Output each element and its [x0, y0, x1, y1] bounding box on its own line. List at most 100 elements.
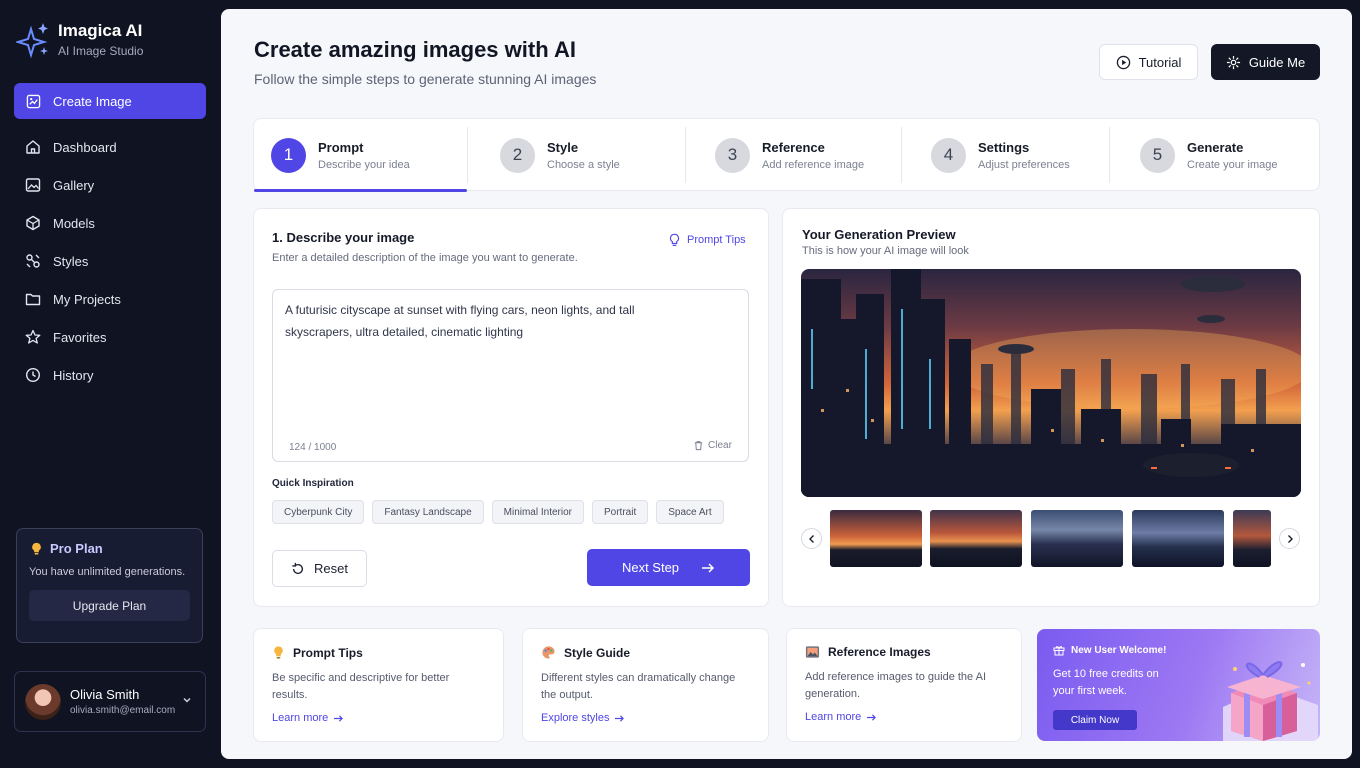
pro-plan-title: Pro Plan [50, 541, 103, 556]
inspiration-chip[interactable]: Portrait [592, 500, 649, 524]
claim-now-button[interactable]: Claim Now [1053, 710, 1137, 730]
user-email: olivia.smith@email.com [70, 705, 176, 716]
character-count: 124 / 1000 [289, 442, 337, 453]
step-description: Describe your idea [318, 158, 410, 171]
prompt-textarea[interactable]: A futurisic cityscape at sunset with fly… [272, 289, 749, 462]
welcome-promo-banner: New User Welcome! Get 10 free credits on… [1037, 629, 1320, 741]
sidebar-item-label: Styles [53, 253, 89, 269]
star-icon [25, 329, 41, 344]
info-card-prompt-tips: Prompt Tips Be specific and descriptive … [253, 628, 504, 742]
info-card-style-guide: Style Guide Different styles can dramati… [522, 628, 769, 742]
step-description: Choose a style [547, 158, 620, 171]
step-generate[interactable]: 5 Generate Create your image [1140, 119, 1278, 191]
thumbnail-4[interactable] [1132, 510, 1224, 567]
step-style[interactable]: 2 Style Choose a style [500, 119, 620, 191]
prompt-card: 1. Describe your image Enter a detailed … [253, 208, 769, 607]
thumbnail-3[interactable] [1031, 510, 1123, 567]
upgrade-plan-button[interactable]: Upgrade Plan [29, 590, 190, 621]
sidebar-item-my-projects[interactable]: My Projects [14, 280, 206, 318]
sidebar-nav: Dashboard Gallery Models Styles My Proje… [14, 128, 206, 394]
tutorial-button[interactable]: Tutorial [1099, 44, 1198, 80]
next-step-button[interactable]: Next Step [587, 549, 750, 586]
thumbnail-2[interactable] [930, 510, 1022, 567]
info-card-title-row: Prompt Tips [272, 645, 485, 660]
inspiration-chip[interactable]: Space Art [656, 500, 724, 524]
info-card-title: Reference Images [828, 645, 931, 659]
lightbulb-icon [32, 542, 41, 555]
guide-me-label: Guide Me [1248, 54, 1306, 70]
prompt-card-title: 1. Describe your image [272, 230, 415, 245]
sidebar-item-label: Gallery [53, 177, 95, 193]
step-description: Create your image [1187, 158, 1278, 171]
brand-name: Imagica AI [58, 21, 143, 40]
thumbnail-5[interactable] [1233, 510, 1271, 567]
reset-icon [292, 562, 304, 574]
sidebar: Imagica AI AI Image Studio Create Image … [0, 0, 220, 768]
step-title: Reference [762, 139, 825, 155]
step-divider [685, 127, 686, 183]
avatar [25, 683, 61, 720]
sidebar-item-dashboard[interactable]: Dashboard [14, 128, 206, 166]
stepper: 1 Prompt Describe your idea 2 Style Choose… [253, 118, 1320, 192]
create-image-button[interactable]: Create Image [14, 83, 206, 119]
preview-image[interactable] [801, 269, 1301, 497]
preview-subtitle: This is how your AI image will look [802, 245, 969, 257]
inspiration-chips: Cyberpunk City Fantasy Landscape Minimal… [272, 500, 732, 524]
step-prompt[interactable]: 1 Prompt Describe your idea [271, 119, 410, 191]
thumbnails-prev-button[interactable] [801, 528, 822, 549]
gift-box-illustration [1223, 661, 1318, 741]
sidebar-item-models[interactable]: Models [14, 204, 206, 242]
pro-plan-card: Pro Plan You have unlimited generations.… [16, 528, 203, 643]
thumbnail-1[interactable] [830, 510, 922, 567]
inspiration-chip[interactable]: Minimal Interior [491, 500, 584, 524]
step-divider [901, 127, 902, 183]
guide-me-button[interactable]: Guide Me [1211, 44, 1320, 80]
prompt-card-subtitle: Enter a detailed description of the imag… [272, 252, 578, 264]
info-card-title-row: Reference Images [805, 645, 1003, 659]
chevron-left-icon [808, 534, 814, 543]
play-icon [1116, 55, 1130, 69]
prompt-text[interactable]: A futurisic cityscape at sunset with fly… [285, 299, 645, 343]
thumbnails-next-button[interactable] [1279, 528, 1300, 549]
learn-more-link[interactable]: Learn more [805, 711, 1003, 723]
step-settings[interactable]: 4 Settings Adjust preferences [931, 119, 1070, 191]
preview-card: Your Generation Preview This is how your… [782, 208, 1320, 607]
reset-button[interactable]: Reset [272, 550, 367, 587]
folder-icon [25, 293, 41, 306]
pro-plan-text: You have unlimited generations. [29, 566, 186, 578]
brand[interactable]: Imagica AI AI Image Studio [16, 20, 143, 60]
explore-styles-link[interactable]: Explore styles [541, 712, 750, 724]
tutorial-label: Tutorial [1138, 54, 1182, 70]
step-title: Generate [1187, 139, 1244, 155]
sidebar-item-history[interactable]: History [14, 356, 206, 394]
step-reference[interactable]: 3 Reference Add reference image [715, 119, 864, 191]
link-label: Learn more [805, 711, 862, 723]
chevron-down-icon[interactable] [181, 694, 193, 706]
preview-title: Your Generation Preview [802, 227, 956, 242]
sidebar-item-gallery[interactable]: Gallery [14, 166, 206, 204]
step-title: Style [547, 139, 579, 155]
link-label: Learn more [272, 712, 329, 724]
pro-plan-title-row: Pro Plan [29, 541, 190, 556]
sidebar-item-favorites[interactable]: Favorites [14, 318, 206, 356]
user-profile[interactable]: Olivia Smith olivia.smith@email.com [14, 671, 206, 732]
inspiration-chip[interactable]: Cyberpunk City [272, 500, 365, 524]
step-title: Settings [978, 139, 1030, 155]
picture-icon [805, 646, 820, 658]
main-content: Create amazing images with AI Follow the… [221, 9, 1352, 759]
image-icon [25, 178, 41, 192]
reset-label: Reset [314, 561, 348, 576]
sidebar-item-styles[interactable]: Styles [14, 242, 206, 280]
inspiration-chip[interactable]: Fantasy Landscape [372, 500, 484, 524]
prompt-tips-link[interactable]: Prompt Tips [668, 233, 746, 247]
learn-more-link[interactable]: Learn more [272, 712, 485, 724]
step-number: 5 [1140, 137, 1175, 173]
step-number: 2 [500, 137, 535, 173]
active-step-indicator [254, 189, 467, 192]
page-title: Create amazing images with AI [254, 37, 576, 62]
preview-thumbnails [801, 510, 1301, 567]
brand-subtitle: AI Image Studio [58, 44, 144, 58]
step-divider [467, 127, 468, 183]
info-card-title-row: Style Guide [541, 645, 750, 660]
clear-button[interactable]: Clear [693, 440, 732, 451]
